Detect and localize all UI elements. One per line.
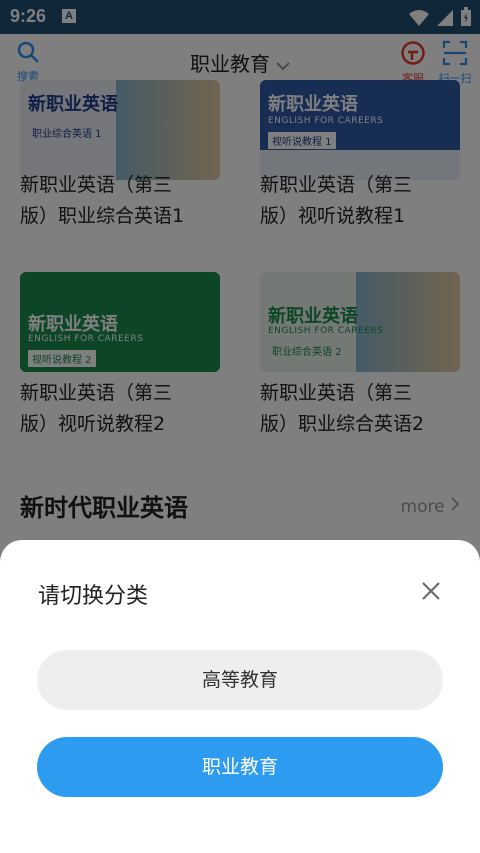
option-higher-education[interactable]: 高等教育 xyxy=(37,650,443,710)
sparkle-decoration xyxy=(360,800,460,853)
sheet-title: 请切换分类 xyxy=(38,584,149,609)
close-icon[interactable] xyxy=(420,580,442,602)
